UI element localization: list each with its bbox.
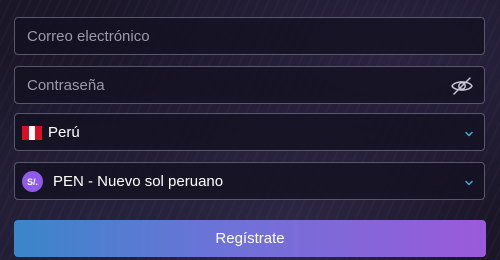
password-field-wrapper bbox=[14, 66, 485, 104]
register-button[interactable]: Regístrate bbox=[14, 220, 486, 257]
chevron-down-icon bbox=[463, 127, 475, 139]
currency-select[interactable]: S/. PEN - Nuevo sol peruano bbox=[14, 162, 485, 200]
sol-currency-icon: S/. bbox=[22, 171, 43, 192]
email-field[interactable] bbox=[15, 18, 484, 54]
registration-form: Perú S/. PEN - Nuevo sol peruano Regístr… bbox=[0, 0, 500, 260]
peru-flag-icon bbox=[22, 126, 42, 140]
currency-select-value: PEN - Nuevo sol peruano bbox=[53, 173, 224, 190]
country-select[interactable]: Perú bbox=[14, 113, 485, 151]
password-field[interactable] bbox=[15, 67, 484, 103]
country-select-value: Perú bbox=[48, 124, 80, 141]
email-field-wrapper bbox=[14, 17, 485, 55]
eye-slash-icon[interactable] bbox=[450, 74, 474, 98]
chevron-down-icon bbox=[463, 176, 475, 188]
